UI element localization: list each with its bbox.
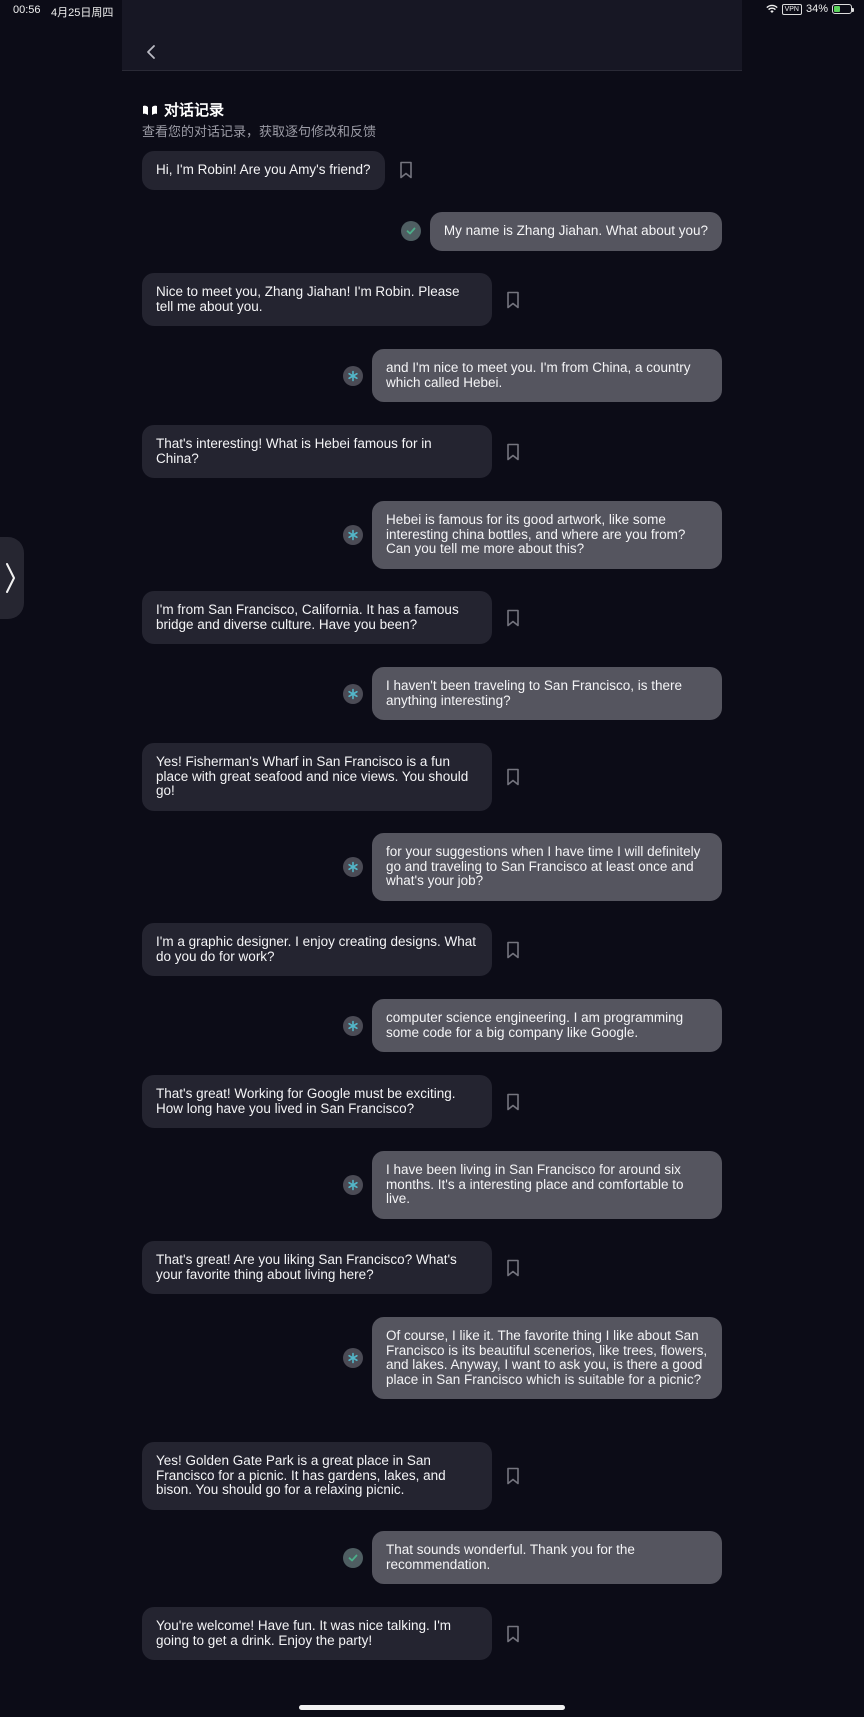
ai-message-bubble[interactable]: Nice to meet you, Zhang Jiahan! I'm Robi… [142,273,492,326]
page-title: 对话记录 [142,99,224,120]
battery-percent: 34% [805,3,828,15]
feedback-asterisk-icon[interactable] [343,1015,363,1036]
ai-message-bubble[interactable]: Yes! Golden Gate Park is a great place i… [142,1442,492,1510]
back-button[interactable] [142,42,162,62]
feedback-asterisk-icon[interactable] [343,1174,363,1195]
feedback-asterisk-icon[interactable] [343,1348,363,1368]
bookmark-icon[interactable] [506,1093,520,1111]
wifi-icon [765,4,778,13]
ai-message-row: That's great! Working for Google must be… [142,1075,722,1128]
check-icon[interactable] [400,221,421,242]
bookmark-icon[interactable] [506,941,520,959]
status-right: VPN 34% [765,3,854,15]
ai-message-row: You're welcome! Have fun. It was nice ta… [142,1607,722,1660]
ai-message-row: That's interesting! What is Hebei famous… [142,425,722,478]
ai-message-bubble[interactable]: You're welcome! Have fun. It was nice ta… [142,1607,492,1660]
chevron-left-icon [147,45,155,59]
battery-icon [832,4,854,14]
side-panel-toggle[interactable] [0,537,24,619]
feedback-asterisk-icon[interactable] [343,683,363,704]
feedback-asterisk-icon[interactable] [343,856,363,877]
status-date: 4月25日周四 [51,7,114,19]
status-time: 00:56 [13,4,41,16]
ai-message-bubble[interactable]: Hi, I'm Robin! Are you Amy's friend? [142,151,385,190]
user-message-bubble[interactable]: for your suggestions when I have time I … [372,833,722,901]
app-logo-icon [143,105,157,115]
feedback-asterisk-icon[interactable] [343,524,363,545]
user-message-bubble[interactable]: I have been living in San Francisco for … [372,1151,722,1219]
bookmark-icon[interactable] [506,1625,520,1643]
bookmark-icon[interactable] [506,291,520,309]
user-message-bubble[interactable]: My name is Zhang Jiahan. What about you? [429,212,722,251]
ai-message-bubble[interactable]: Yes! Fisherman's Wharf in San Francisco … [142,743,492,811]
ai-message-bubble[interactable]: I'm from San Francisco, California. It h… [142,591,492,644]
bookmark-icon[interactable] [506,443,520,461]
user-message-row: My name is Zhang Jiahan. What about you? [142,212,722,251]
user-message-row: That sounds wonderful. Thank you for the… [142,1531,722,1584]
top-bar [122,0,742,71]
bookmark-icon[interactable] [506,1467,520,1485]
ai-message-bubble[interactable]: I'm a graphic designer. I enjoy creating… [142,923,492,976]
user-message-bubble[interactable]: I haven't been traveling to San Francisc… [372,667,722,720]
user-message-bubble[interactable]: and I'm nice to meet you. I'm from China… [372,349,722,402]
ai-message-row: Nice to meet you, Zhang Jiahan! I'm Robi… [142,273,722,326]
ai-message-row: Yes! Fisherman's Wharf in San Francisco … [142,743,722,811]
bookmark-icon[interactable] [399,161,413,179]
user-message-row: I haven't been traveling to San Francisc… [142,667,722,720]
ai-message-bubble[interactable]: That's great! Working for Google must be… [142,1075,492,1128]
chevron-right-icon [6,563,15,593]
user-message-bubble[interactable]: That sounds wonderful. Thank you for the… [372,1531,722,1584]
ai-message-row: Yes! Golden Gate Park is a great place i… [142,1442,722,1510]
page-title-text: 对话记录 [164,102,225,119]
ai-message-row: I'm a graphic designer. I enjoy creating… [142,923,722,976]
bookmark-icon[interactable] [506,609,520,627]
home-indicator[interactable] [299,1705,565,1710]
ai-message-row: That's great! Are you liking San Francis… [142,1241,722,1294]
user-message-bubble[interactable]: computer science engineering. I am progr… [372,999,722,1052]
ai-message-row: I'm from San Francisco, California. It h… [142,591,722,644]
vpn-badge: VPN [781,3,802,15]
user-message-row: computer science engineering. I am progr… [142,999,722,1052]
user-message-row: Hebei is famous for its good artwork, li… [142,501,722,569]
bookmark-icon[interactable] [506,768,520,786]
ai-message-bubble[interactable]: That's great! Are you liking San Francis… [142,1241,492,1294]
page-subtitle: 查看您的对话记录，获取逐句修改和反馈 [142,124,377,139]
user-message-row: and I'm nice to meet you. I'm from China… [142,349,722,402]
user-message-row: for your suggestions when I have time I … [142,833,722,901]
user-message-bubble[interactable]: Hebei is famous for its good artwork, li… [372,501,722,569]
ai-message-bubble[interactable]: That's interesting! What is Hebei famous… [142,425,492,478]
feedback-asterisk-icon[interactable] [343,365,363,386]
check-icon[interactable] [343,1547,363,1568]
user-message-row: Of course, I like it. The favorite thing… [142,1317,722,1399]
ai-message-row: Hi, I'm Robin! Are you Amy's friend? [142,151,722,190]
bookmark-icon[interactable] [506,1259,520,1277]
user-message-row: I have been living in San Francisco for … [142,1151,722,1219]
user-message-bubble[interactable]: Of course, I like it. The favorite thing… [372,1317,722,1399]
